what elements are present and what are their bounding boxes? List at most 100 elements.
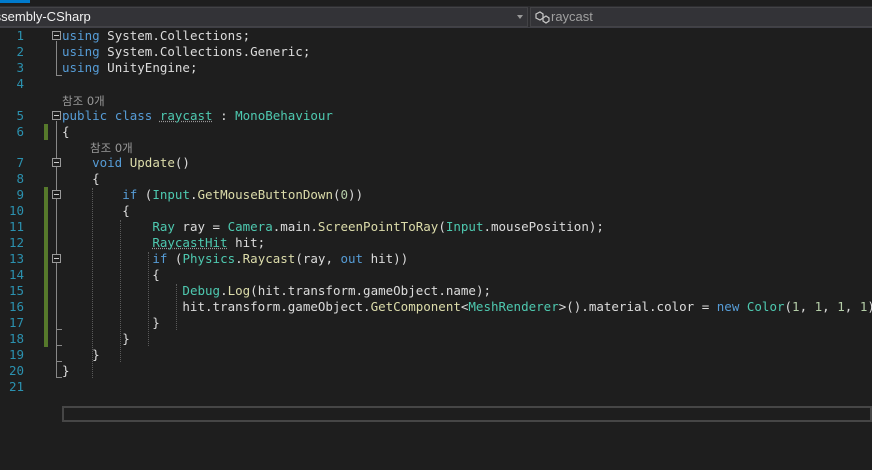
code-line: { xyxy=(62,171,100,187)
editor-gutter: 1 2 3 4 5 6 7 8 9 10 11 12 13 14 15 16 17 18 19 20 21 xyxy=(0,28,62,470)
line-number: 11 xyxy=(8,219,24,234)
code-lens-method-references[interactable]: 참조 0개 xyxy=(90,140,133,156)
line-number: 4 xyxy=(16,76,24,91)
code-line: void Update() xyxy=(62,155,190,171)
code-token: Debug xyxy=(182,283,221,298)
code-token: class xyxy=(114,108,153,123)
code-token: ( xyxy=(438,219,446,234)
code-token: . xyxy=(189,187,198,202)
code-line: using UnityEngine; xyxy=(62,60,197,76)
code-token: 1 xyxy=(792,299,800,314)
code-token: ray = xyxy=(174,219,228,234)
fold-collapse-icon[interactable] xyxy=(52,254,61,263)
line-number: 14 xyxy=(8,267,24,282)
code-token: , xyxy=(799,299,815,314)
code-token: using xyxy=(62,28,100,43)
code-line: { xyxy=(62,124,70,140)
line-number: 1 xyxy=(16,28,24,43)
code-line: public class raycast : MonoBehaviour xyxy=(62,108,333,124)
code-token: Raycast xyxy=(242,251,296,266)
code-token: () xyxy=(174,155,190,170)
code-token: .main. xyxy=(272,219,318,234)
member-dropdown[interactable]: raycast xyxy=(530,7,872,27)
code-token: GetComponent xyxy=(370,299,461,314)
code-token: ( xyxy=(137,187,153,202)
project-dropdown[interactable]: Assembly-CSharp xyxy=(0,7,528,27)
code-token: . xyxy=(235,251,243,266)
code-token: UnityEngine; xyxy=(99,60,198,75)
line-number: 10 xyxy=(8,203,24,218)
code-token: ( xyxy=(167,251,183,266)
code-token: void xyxy=(92,155,123,170)
line-number: 16 xyxy=(8,299,24,314)
code-line: hit.transform.gameObject.GetComponent<Me… xyxy=(62,299,872,315)
line-number: 13 xyxy=(8,251,24,266)
line-number: 7 xyxy=(16,155,24,170)
line-number: 9 xyxy=(16,187,24,202)
code-line: Debug.Log(hit.transform.gameObject.name)… xyxy=(62,283,491,299)
code-token: } xyxy=(62,331,130,346)
navigation-bar: Assembly-CSharp raycast xyxy=(0,6,872,28)
code-line: Ray ray = Camera.main.ScreenPointToRay(I… xyxy=(62,219,604,235)
code-line: using System.Collections; xyxy=(62,28,250,44)
code-line: if (Physics.Raycast(ray, out hit)) xyxy=(62,251,408,267)
fold-collapse-icon[interactable] xyxy=(52,111,61,120)
code-token: MonoBehaviour xyxy=(235,108,333,123)
line-number: 2 xyxy=(16,44,24,59)
code-token: ( xyxy=(332,187,341,202)
fold-collapse-icon[interactable] xyxy=(52,190,61,199)
code-token: using xyxy=(62,60,100,75)
code-token: , xyxy=(822,299,838,314)
code-token: (ray, xyxy=(295,251,341,266)
line-number: 21 xyxy=(8,379,24,394)
chevron-down-icon[interactable] xyxy=(517,15,523,19)
code-token: { xyxy=(62,203,130,218)
code-line: if (Input.GetMouseButtonDown(0)) xyxy=(62,187,363,203)
line-number: 18 xyxy=(8,331,24,346)
line-number: 6 xyxy=(16,124,24,139)
code-token: (hit.transform.gameObject.name); xyxy=(250,283,491,298)
code-token: System.Collections; xyxy=(99,28,251,43)
code-token: Color xyxy=(746,299,785,314)
code-token: hit.transform.gameObject. xyxy=(62,299,371,314)
line-number: 12 xyxy=(8,235,24,250)
code-line: } xyxy=(62,331,130,347)
code-token: out xyxy=(340,251,364,266)
line-number: 5 xyxy=(16,108,24,123)
code-token: ( xyxy=(784,299,793,314)
code-line: } xyxy=(62,363,70,379)
code-token: new xyxy=(716,299,740,314)
change-marker xyxy=(44,124,48,140)
code-token: Physics xyxy=(182,251,236,266)
line-number: 17 xyxy=(8,315,24,330)
code-line: } xyxy=(62,315,160,331)
code-token: Input xyxy=(152,187,190,202)
code-editor[interactable]: 참조 0개 참조 0개 using System.Collections; usi… xyxy=(62,28,872,470)
code-line: RaycastHit hit; xyxy=(62,235,265,251)
code-lens-class-references[interactable]: 참조 0개 xyxy=(62,93,105,109)
code-token: )) xyxy=(348,187,364,202)
code-token: if xyxy=(152,251,168,266)
fold-collapse-icon[interactable] xyxy=(52,158,61,167)
class-icon xyxy=(535,11,550,24)
code-line: } xyxy=(62,347,100,363)
fold-guide xyxy=(56,41,57,75)
code-token: 1 xyxy=(837,299,845,314)
code-token: { xyxy=(62,171,100,186)
code-token: 0 xyxy=(340,187,349,202)
line-number: 3 xyxy=(16,60,24,75)
code-token: } xyxy=(62,363,70,378)
line-number: 20 xyxy=(8,363,24,378)
code-token: Ray xyxy=(152,219,175,234)
fold-collapse-icon[interactable] xyxy=(52,31,61,40)
code-token: hit; xyxy=(227,235,266,250)
code-token: if xyxy=(122,187,138,202)
code-line: using System.Collections.Generic; xyxy=(62,44,310,60)
